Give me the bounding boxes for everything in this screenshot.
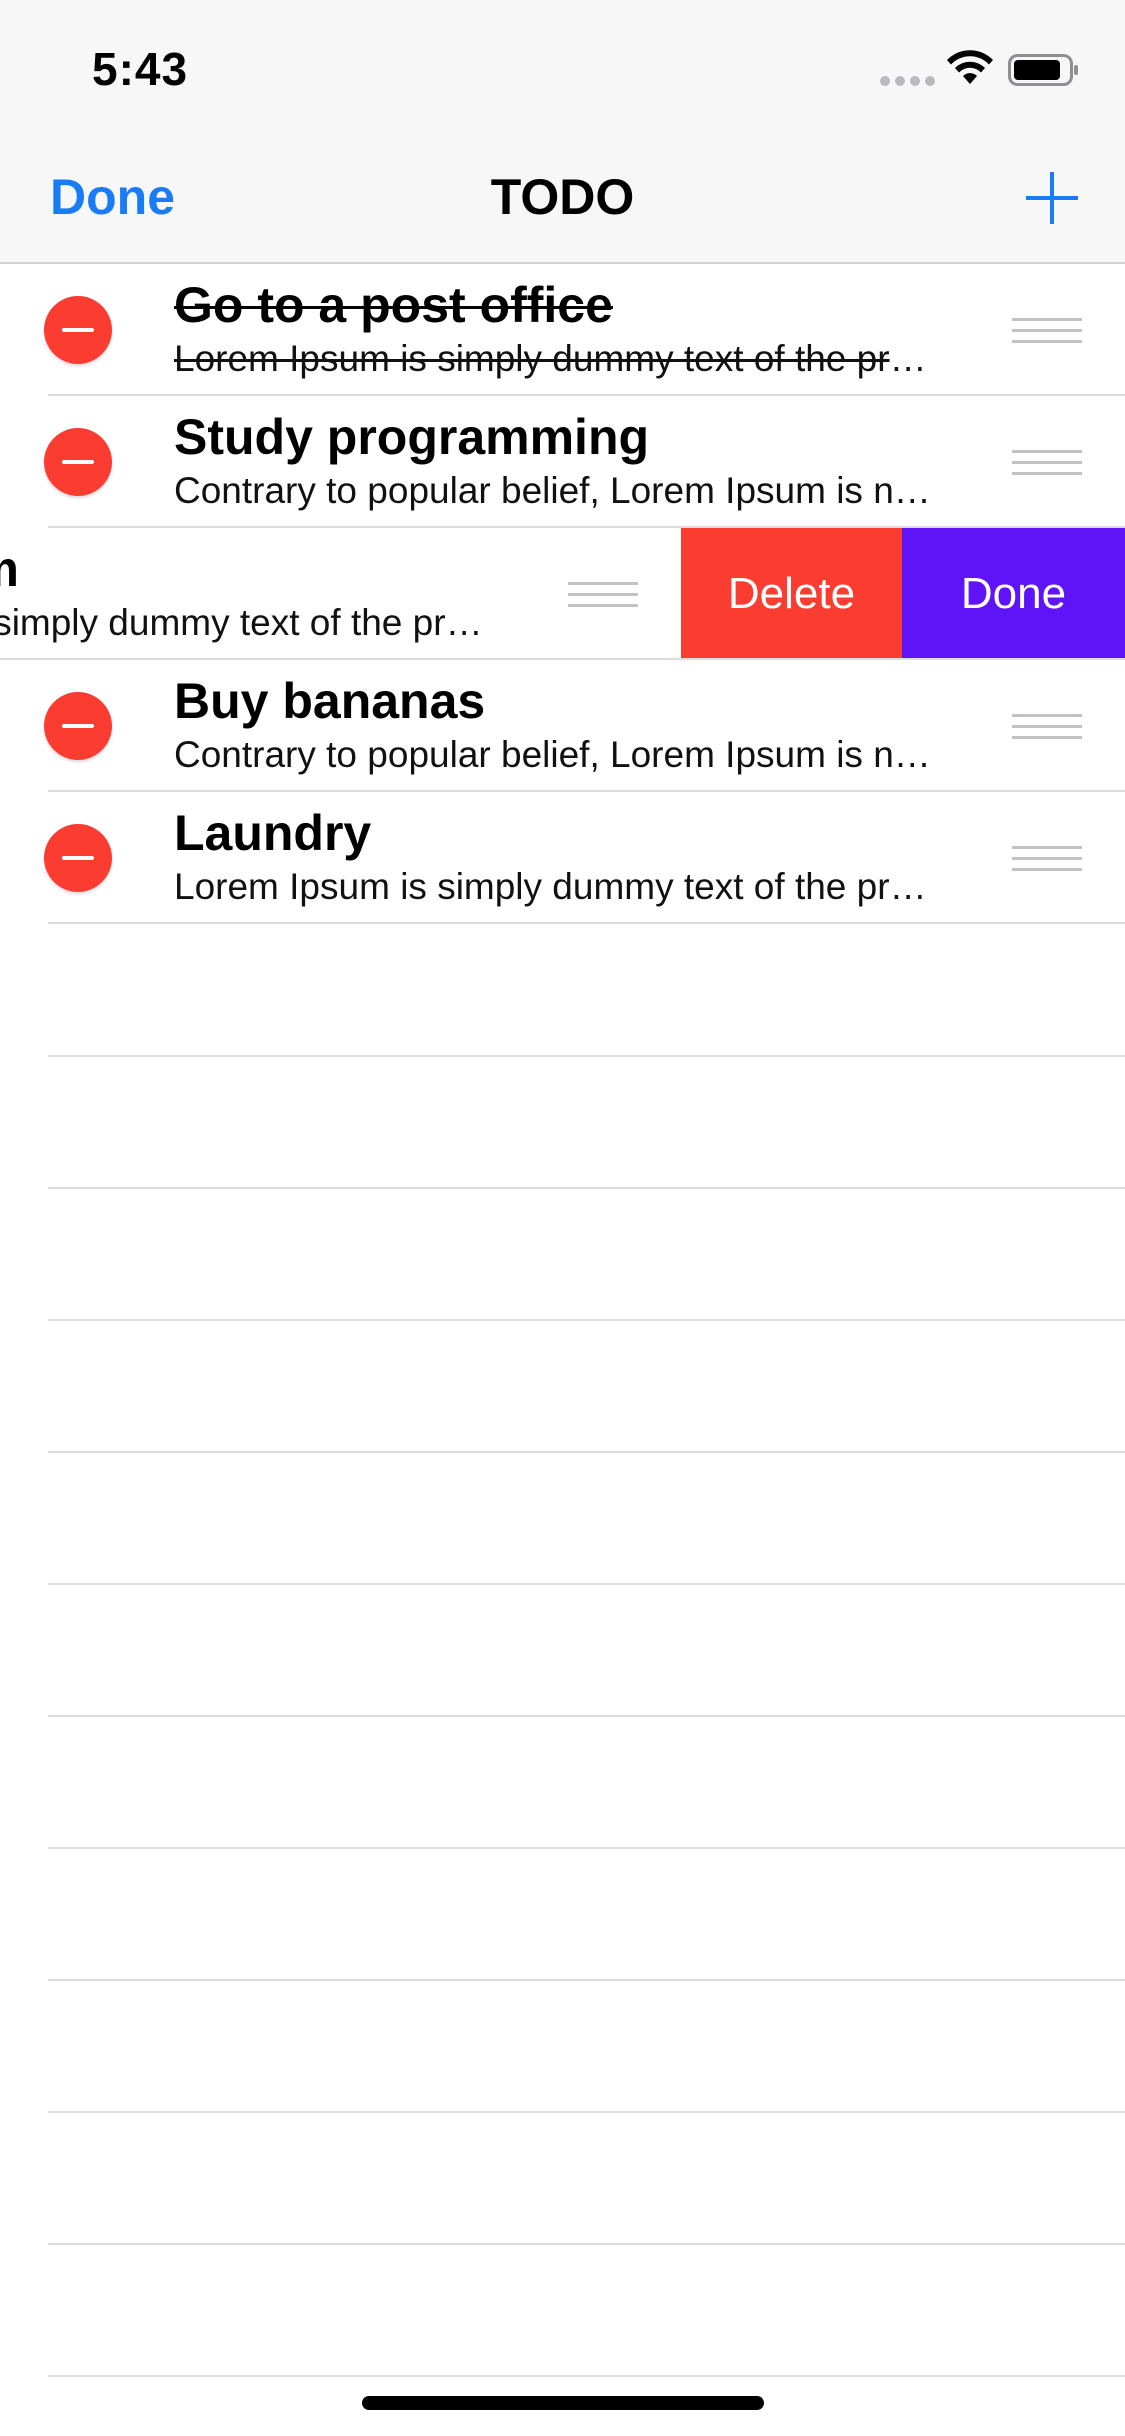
empty-row-divider [48,1979,1125,1981]
item-subtitle: Lorem Ipsum is simply dummy text of the … [0,602,490,643]
empty-row-divider [48,1319,1125,1321]
cellular-signal-icon [880,76,936,86]
edit-done-button[interactable]: Done [50,168,175,226]
item-title: Go to a post office [174,277,613,333]
reorder-handle-icon[interactable] [568,582,638,608]
app-screen: 5:43 Done TODO Go to a post office Lorem… [0,0,1125,2436]
reorder-handle-icon[interactable] [1012,450,1082,476]
reorder-handle-icon[interactable] [1012,318,1082,344]
empty-row-divider [48,1583,1125,1585]
delete-control-icon[interactable] [44,296,112,364]
page-title: TODO [490,169,635,225]
item-title: Study programming [174,409,650,465]
item-subtitle: Contrary to popular belief, Lorem Ipsum … [174,734,934,775]
empty-row-divider [48,2375,1125,2377]
swiped-row-content[interactable]: Go to a gym Lorem Ipsum is simply dummy … [0,528,680,660]
list-item[interactable]: Buy bananas Contrary to popular belief, … [0,660,1125,792]
empty-row-divider [48,1847,1125,1849]
delete-control-icon[interactable] [44,692,112,760]
list-item[interactable]: Study programming Contrary to popular be… [0,396,1125,528]
swipe-delete-button[interactable]: Delete [681,528,902,660]
item-subtitle: Lorem Ipsum is simply dummy text of the … [174,866,934,907]
empty-row-divider [48,2111,1125,2113]
reorder-handle-icon[interactable] [1012,714,1082,740]
home-indicator[interactable] [362,2396,764,2410]
item-subtitle: Lorem Ipsum is simply dummy text of the … [174,338,934,379]
item-title: Go to a gym [0,540,19,598]
list-item[interactable]: Laundry Lorem Ipsum is simply dummy text… [0,792,1125,924]
wifi-icon [947,50,993,84]
list-item[interactable]: Go to a post office Lorem Ipsum is simpl… [0,264,1125,396]
status-time: 5:43 [92,43,189,95]
item-title: Laundry [174,805,372,861]
empty-row-divider [48,2243,1125,2245]
empty-row-divider [48,1715,1125,1717]
divider [48,922,1125,924]
empty-row-divider [48,1187,1125,1189]
empty-row-divider [48,1055,1125,1057]
delete-control-icon[interactable] [44,428,112,496]
item-subtitle: Contrary to popular belief, Lorem Ipsum … [174,470,934,511]
list-item-swiped[interactable]: Go to a gym Lorem Ipsum is simply dummy … [0,528,1125,660]
delete-control-icon[interactable] [44,824,112,892]
empty-row-divider [48,1451,1125,1453]
plus-icon[interactable] [1024,170,1080,226]
battery-icon [1008,54,1078,86]
navigation-bar: 5:43 Done TODO [0,0,1125,264]
reorder-handle-icon[interactable] [1012,846,1082,872]
swipe-done-button[interactable]: Done [902,528,1125,660]
item-title: Buy bananas [174,673,486,729]
